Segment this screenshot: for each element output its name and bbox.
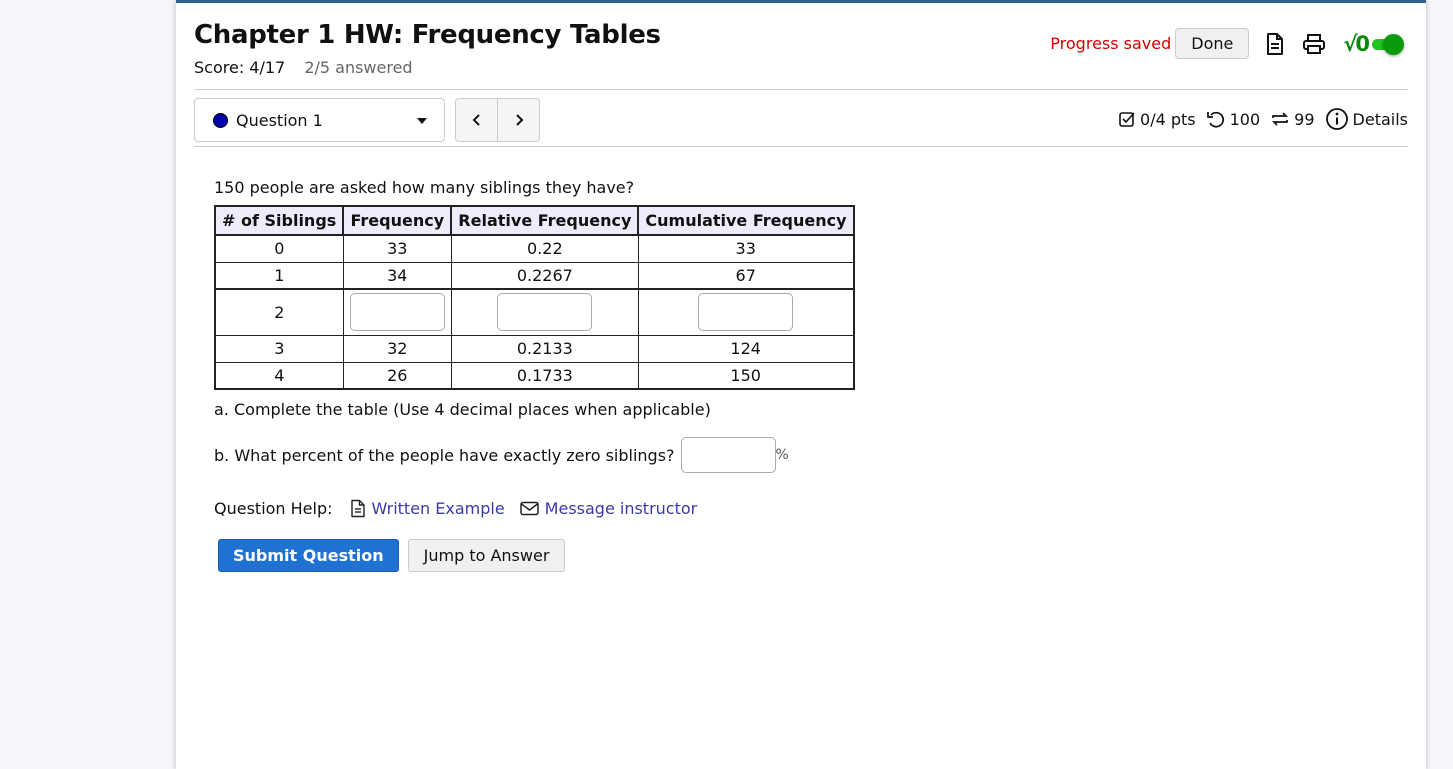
- next-question-button[interactable]: [497, 99, 539, 141]
- document-icon: [350, 499, 365, 518]
- question-actions: Submit Question Jump to Answer: [218, 539, 855, 572]
- toggle-knob: [1383, 33, 1404, 55]
- part-b-question: b. What percent of the people have exact…: [214, 445, 675, 465]
- retries-info: 99: [1270, 109, 1315, 129]
- checkbox-icon: [1119, 112, 1135, 127]
- cell-siblings: 0: [213, 234, 344, 263]
- cell-relative-frequency: [450, 288, 639, 336]
- percent-input[interactable]: [680, 437, 776, 473]
- undo-icon: [1206, 111, 1224, 128]
- table-row: 3 32 0.2133 124: [213, 334, 855, 363]
- column-header: # of Siblings: [213, 205, 345, 236]
- cell-frequency: 32: [342, 334, 452, 363]
- cell-frequency: 34: [342, 261, 452, 290]
- print-icon[interactable]: [1301, 31, 1327, 57]
- cell-cumulative-frequency: 33: [637, 234, 855, 263]
- message-instructor-link[interactable]: Message instructor: [519, 499, 698, 518]
- column-header: Relative Frequency: [450, 205, 640, 236]
- prev-question-button[interactable]: [456, 99, 497, 141]
- cell-siblings: 3: [213, 334, 344, 363]
- page-title: Chapter 1 HW: Frequency Tables: [194, 20, 661, 50]
- question-content: 150 people are asked how many siblings t…: [213, 178, 855, 572]
- written-example-link[interactable]: Written Example: [350, 499, 505, 518]
- attempts-info: 100: [1206, 109, 1261, 129]
- divider: [194, 89, 1408, 90]
- column-header: Cumulative Frequency: [637, 205, 855, 236]
- details-label: Details: [1352, 109, 1408, 129]
- part-b: b. What percent of the people have exact…: [214, 437, 855, 473]
- message-instructor-label: Message instructor: [544, 499, 698, 518]
- table-row: 2: [213, 288, 855, 336]
- frequency-input[interactable]: [349, 293, 445, 332]
- header-toolbar: Progress saved Done √0: [1050, 28, 1404, 59]
- score-line: Score: 4/17 2/5 answered: [194, 58, 413, 77]
- points-text: 0/4 pts: [1140, 109, 1196, 129]
- question-nav: [455, 98, 540, 142]
- cell-frequency: 33: [342, 234, 452, 263]
- details-link[interactable]: Details: [1325, 107, 1408, 131]
- math-entry-label: √0: [1343, 31, 1370, 56]
- document-icon[interactable]: [1262, 31, 1288, 57]
- retry-icon: [1272, 112, 1289, 126]
- cumulative-frequency-input[interactable]: [698, 293, 794, 332]
- chevron-left-icon: [472, 114, 480, 126]
- table-header-row: # of Siblings Frequency Relative Frequen…: [213, 205, 855, 236]
- cell-relative-frequency: 0.22: [450, 234, 639, 263]
- help-label: Question Help:: [214, 499, 333, 518]
- question-meta: 0/4 pts 100 99 Details: [1108, 107, 1408, 131]
- table-row: 4 26 0.1733 150: [213, 361, 855, 390]
- points-info: 0/4 pts: [1118, 110, 1196, 129]
- part-a-instruction: a. Complete the table (Use 4 decimal pla…: [214, 400, 711, 419]
- progress-status: Progress saved: [1050, 34, 1172, 53]
- retries-text: 99: [1294, 109, 1315, 129]
- cell-frequency: [342, 288, 452, 336]
- assignment-page: Chapter 1 HW: Frequency Tables Score: 4/…: [176, 0, 1426, 769]
- chevron-right-icon: [515, 114, 523, 126]
- answered-count: 2/5 answered: [304, 58, 413, 77]
- cell-cumulative-frequency: 150: [637, 361, 855, 390]
- score-text: Score: 4/17: [194, 58, 286, 77]
- question-select-label: Question 1: [236, 110, 323, 130]
- caret-down-icon: [417, 118, 427, 124]
- cell-siblings: 1: [213, 261, 344, 290]
- cell-siblings: 4: [213, 361, 344, 390]
- divider: [194, 146, 1408, 147]
- cell-relative-frequency: 0.1733: [450, 361, 639, 390]
- percent-sign: %: [775, 447, 789, 463]
- cell-cumulative-frequency: 124: [637, 334, 855, 363]
- submit-question-button[interactable]: Submit Question: [218, 539, 399, 572]
- math-entry-toggle[interactable]: [1370, 33, 1404, 55]
- done-button[interactable]: Done: [1175, 28, 1250, 59]
- column-header: Frequency: [342, 205, 453, 236]
- frequency-table: # of Siblings Frequency Relative Frequen…: [213, 205, 855, 390]
- question-select[interactable]: Question 1: [194, 98, 445, 142]
- table-row: 1 34 0.2267 67: [213, 261, 855, 290]
- written-example-label: Written Example: [371, 499, 505, 518]
- cell-cumulative-frequency: 67: [637, 261, 855, 290]
- cell-cumulative-frequency: [637, 288, 855, 336]
- question-status-dot: [213, 112, 228, 128]
- cell-relative-frequency: 0.2133: [450, 334, 639, 363]
- attempts-text: 100: [1229, 109, 1261, 129]
- cell-siblings: 2: [213, 288, 344, 336]
- table-row: 0 33 0.22 33: [213, 234, 855, 263]
- cell-relative-frequency: 0.2267: [450, 261, 639, 290]
- info-icon: [1325, 108, 1348, 130]
- relative-frequency-input[interactable]: [497, 293, 593, 332]
- mail-icon: [519, 501, 539, 516]
- question-prompt: 150 people are asked how many siblings t…: [214, 178, 635, 197]
- question-help: Question Help: Written Example Message i…: [214, 499, 855, 518]
- jump-to-answer-button[interactable]: Jump to Answer: [407, 539, 566, 572]
- cell-frequency: 26: [342, 361, 452, 390]
